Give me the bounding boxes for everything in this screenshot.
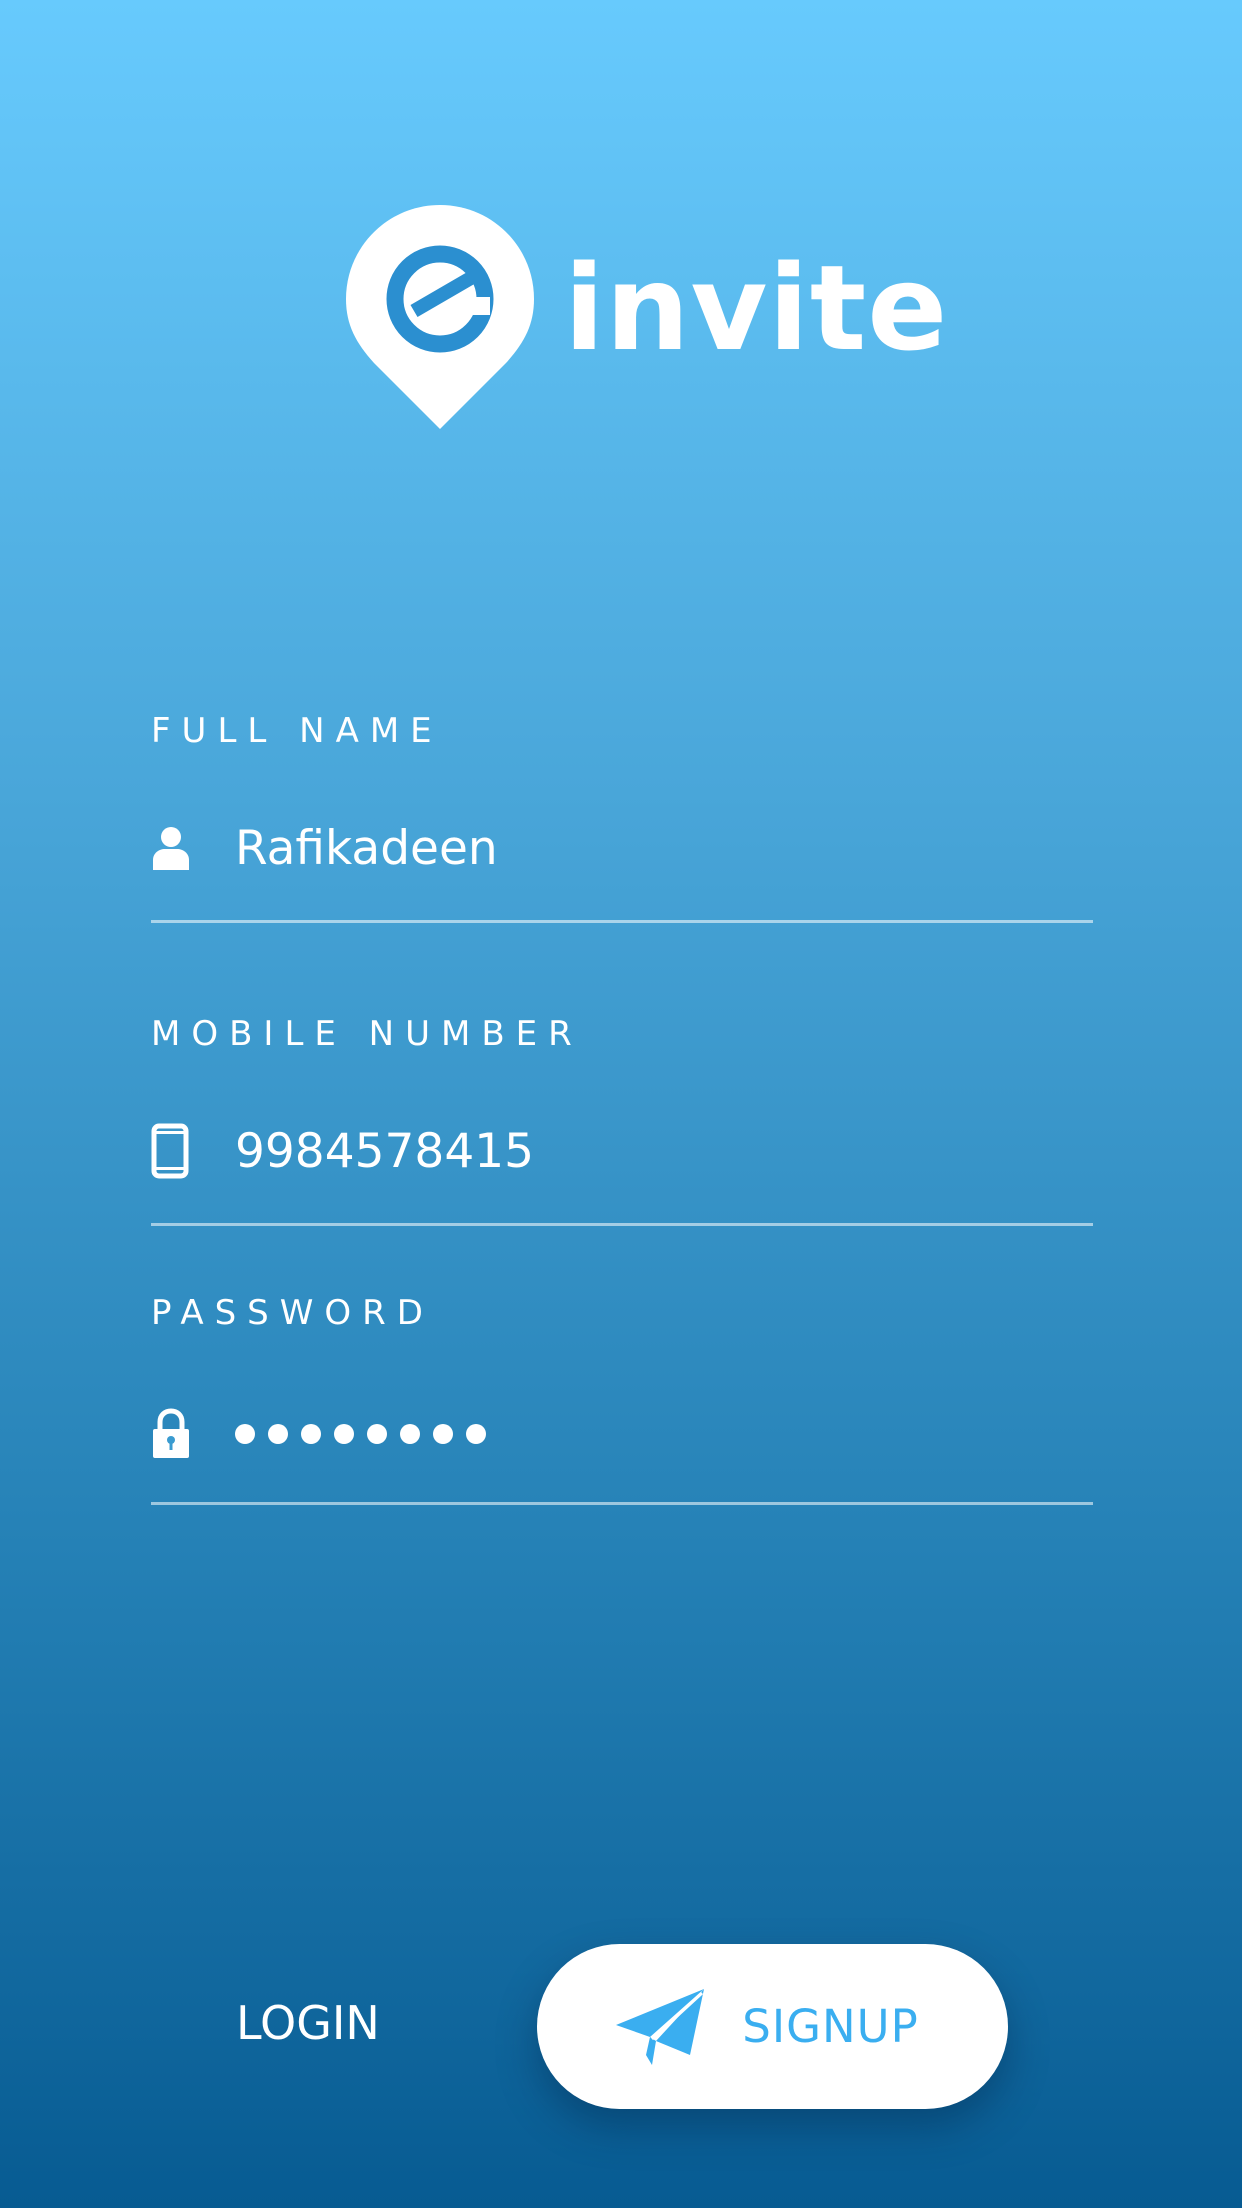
mobile-number-input[interactable] <box>235 1123 1055 1179</box>
lock-icon <box>151 1407 205 1461</box>
full-name-input[interactable] <box>235 820 1055 876</box>
phone-icon <box>151 1123 205 1179</box>
password-dot <box>367 1424 387 1444</box>
password-dot <box>466 1424 486 1444</box>
full-name-label: FULL NAME <box>151 711 443 751</box>
user-icon <box>151 821 205 875</box>
password-dot <box>400 1424 420 1444</box>
mobile-number-underline <box>151 1223 1093 1226</box>
password-mask <box>235 1424 486 1444</box>
signup-label: SIGNUP <box>742 2000 919 2053</box>
app-logo: invite <box>346 205 948 429</box>
password-dot <box>334 1424 354 1444</box>
password-input[interactable] <box>151 1394 1093 1474</box>
mobile-number-field: MOBILE NUMBER <box>151 1014 1093 1226</box>
signup-screen: invite FULL NAME MOBILE NUMBER <box>0 0 1242 2208</box>
paper-plane-icon <box>616 1988 705 2065</box>
login-button[interactable]: LOGIN <box>236 2000 380 2046</box>
signup-button[interactable]: SIGNUP <box>537 1944 1008 2109</box>
mobile-number-label: MOBILE NUMBER <box>151 1014 583 1054</box>
password-dot <box>268 1424 288 1444</box>
map-pin-e-icon <box>346 205 534 429</box>
full-name-field: FULL NAME <box>151 711 1093 923</box>
full-name-underline <box>151 920 1093 923</box>
password-dot <box>433 1424 453 1444</box>
password-field: PASSWORD <box>151 1293 1093 1505</box>
password-dot <box>235 1424 255 1444</box>
password-underline <box>151 1502 1093 1505</box>
password-label: PASSWORD <box>151 1293 434 1333</box>
password-dot <box>301 1424 321 1444</box>
app-name: invite <box>564 239 949 377</box>
